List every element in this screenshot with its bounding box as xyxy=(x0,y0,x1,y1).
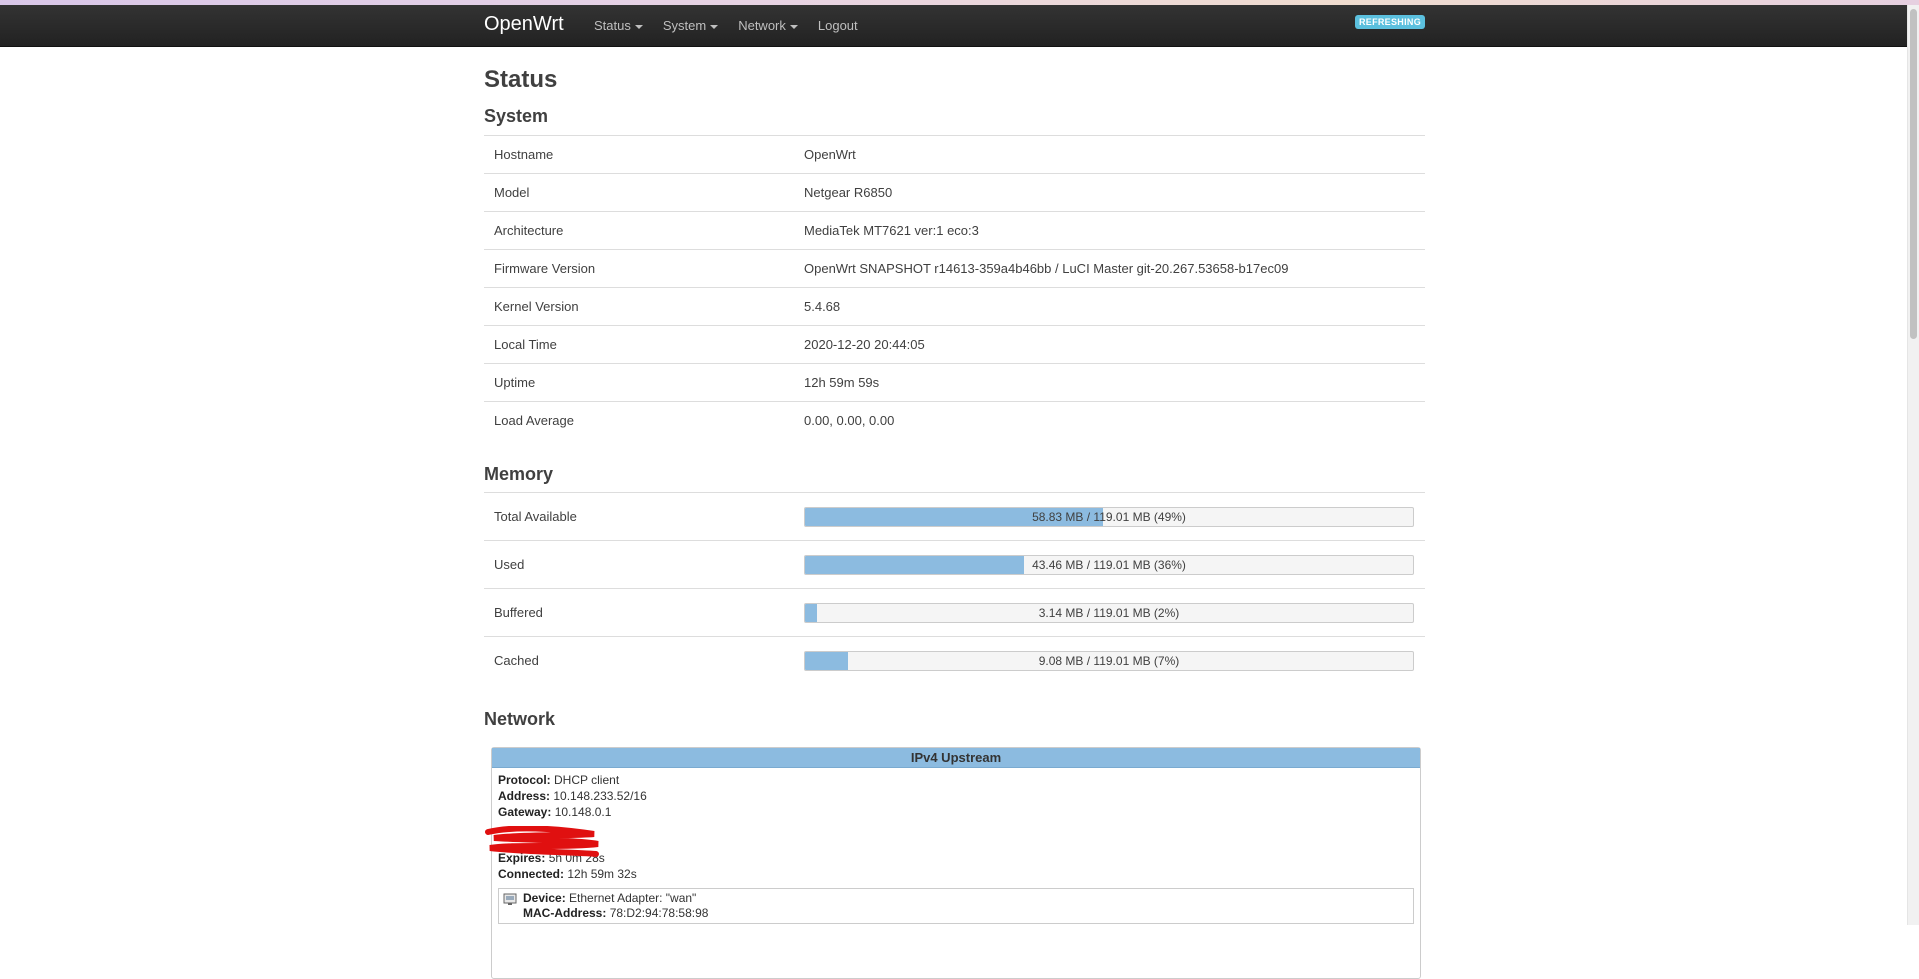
table-row: Cached 9.08 MB / 119.01 MB (7%) xyxy=(484,636,1425,684)
protocol-value: DHCP client xyxy=(554,773,620,787)
row-label: Model xyxy=(484,173,794,212)
memory-value: 3.14 MB / 119.01 MB (2%) xyxy=(794,588,1425,637)
row-label: Local Time xyxy=(484,325,794,364)
navbar: OpenWrt Status System Network Logout REF… xyxy=(0,5,1908,47)
main-menu: Status System Network Logout xyxy=(594,5,878,46)
table-row: Uptime 12h 59m 59s xyxy=(484,363,1425,402)
memory-table: Total Available 58.83 MB / 119.01 MB (49… xyxy=(484,492,1425,684)
memory-label: Cached xyxy=(484,636,794,684)
table-row: Kernel Version 5.4.68 xyxy=(484,287,1425,326)
memory-section-title: Memory xyxy=(484,464,554,484)
protocol-line: Protocol: DHCP client xyxy=(498,772,1414,788)
page-title: Status xyxy=(484,66,558,93)
row-value: MediaTek MT7621 ver:1 eco:3 xyxy=(794,211,1425,250)
memory-value: 58.83 MB / 119.01 MB (49%) xyxy=(794,492,1425,541)
progress-text: 9.08 MB / 119.01 MB (7%) xyxy=(1038,653,1180,668)
system-section-title: System xyxy=(484,106,549,126)
connected-value: 12h 59m 32s xyxy=(567,867,637,881)
progress-bar: 9.08 MB / 119.01 MB (7%) xyxy=(804,650,1414,671)
address-line: Address: 10.148.233.52/16 xyxy=(498,788,1414,804)
protocol-label: Protocol: xyxy=(498,773,551,787)
refreshing-badge[interactable]: REFRESHING xyxy=(1354,15,1425,29)
memory-value: 9.08 MB / 119.01 MB (7%) xyxy=(794,636,1425,684)
menu-logout-label: Logout xyxy=(817,18,858,33)
address-value: 10.148.233.52/16 xyxy=(553,789,647,803)
row-label: Firmware Version xyxy=(484,249,794,288)
redacted-line xyxy=(498,836,1414,850)
menu-system-label: System xyxy=(662,18,707,33)
ipv4-upstream-title: IPv4 Upstream xyxy=(492,748,1420,768)
scrollbar-thumb[interactable] xyxy=(1910,9,1917,339)
gateway-line: Gateway: 10.148.0.1 xyxy=(498,804,1414,820)
menu-network[interactable]: Network xyxy=(738,18,798,33)
table-row: Firmware Version OpenWrt SNAPSHOT r14613-… xyxy=(484,249,1425,288)
memory-label: Total Available xyxy=(484,492,794,541)
memory-label: Buffered xyxy=(484,588,794,637)
menu-status-label: Status xyxy=(594,18,631,33)
table-row: Load Average 0.00, 0.00, 0.00 xyxy=(484,401,1425,439)
progress-bar: 3.14 MB / 119.01 MB (2%) xyxy=(804,602,1414,623)
memory-label: Used xyxy=(484,540,794,589)
device-label: Device: xyxy=(523,891,566,905)
device-line: Device: Ethernet Adapter: "wan" xyxy=(523,891,1409,906)
ipv4-upstream-details: Protocol: DHCP client Address: 10.148.23… xyxy=(485,768,1420,928)
row-label: Load Average xyxy=(484,401,794,439)
expires-line: Expires: 5h 0m 28s xyxy=(498,850,1414,866)
device-info: Device: Ethernet Adapter: "wan" MAC-Addr… xyxy=(498,888,1414,924)
table-row: Total Available 58.83 MB / 119.01 MB (49… xyxy=(484,492,1425,541)
row-label: Architecture xyxy=(484,211,794,250)
progress-bar: 43.46 MB / 119.01 MB (36%) xyxy=(804,554,1414,575)
device-value: Ethernet Adapter: "wan" xyxy=(569,891,697,905)
progress-bar: 58.83 MB / 119.01 MB (49%) xyxy=(804,506,1414,527)
row-label: Hostname xyxy=(484,135,794,174)
progress-text: 3.14 MB / 119.01 MB (2%) xyxy=(1038,605,1180,620)
table-row: Buffered 3.14 MB / 119.01 MB (2%) xyxy=(484,588,1425,637)
menu-network-label: Network xyxy=(738,18,786,33)
row-value: 0.00, 0.00, 0.00 xyxy=(794,401,1425,439)
progress-text: 43.46 MB / 119.01 MB (36%) xyxy=(1032,557,1186,572)
row-value: Netgear R6850 xyxy=(794,173,1425,212)
mac-line: MAC-Address: 78:D2:94:78:58:98 xyxy=(523,906,1409,921)
system-table: Hostname OpenWrt Model Netgear R6850 Archi… xyxy=(484,135,1425,439)
mac-label: MAC-Address: xyxy=(523,906,607,920)
table-row: Used 43.46 MB / 119.01 MB (36%) xyxy=(484,540,1425,589)
caret-down-icon xyxy=(789,24,798,29)
row-value: OpenWrt xyxy=(794,135,1425,174)
connected-label: Connected: xyxy=(498,867,564,881)
row-label: Kernel Version xyxy=(484,287,794,326)
mac-value: 78:D2:94:78:58:98 xyxy=(609,906,709,920)
connected-line: Connected: 12h 59m 32s xyxy=(498,866,1414,882)
ipv4-upstream-box: IPv4 Upstream Protocol: DHCP client Addr… xyxy=(485,747,1421,979)
table-row: Hostname OpenWrt xyxy=(484,135,1425,174)
row-value: 12h 59m 59s xyxy=(794,363,1425,402)
progress-text: 58.83 MB / 119.01 MB (49%) xyxy=(1032,509,1186,524)
row-value: 2020-12-20 20:44:05 xyxy=(794,325,1425,364)
gateway-label: Gateway: xyxy=(498,805,552,819)
gateway-value: 10.148.0.1 xyxy=(554,805,612,819)
menu-system[interactable]: System xyxy=(662,18,719,33)
page-scrollbar[interactable] xyxy=(1907,5,1919,925)
table-row: Architecture MediaTek MT7621 ver:1 eco:3 xyxy=(484,211,1425,250)
address-label: Address: xyxy=(498,789,551,803)
network-section-title: Network xyxy=(484,709,556,729)
caret-down-icon xyxy=(634,24,643,29)
row-value: OpenWrt SNAPSHOT r14613-359a4b46bb / LuC… xyxy=(794,249,1425,288)
menu-status[interactable]: Status xyxy=(594,18,643,33)
row-label: Uptime xyxy=(484,363,794,402)
redaction-scribble xyxy=(485,826,599,857)
redacted-line xyxy=(498,820,1414,836)
menu-logout[interactable]: Logout xyxy=(818,18,858,33)
memory-value: 43.46 MB / 119.01 MB (36%) xyxy=(794,540,1425,589)
caret-down-icon xyxy=(710,24,719,29)
row-value: 5.4.68 xyxy=(794,287,1425,326)
brand-logo[interactable]: OpenWrt xyxy=(484,13,564,36)
table-row: Local Time 2020-12-20 20:44:05 xyxy=(484,325,1425,364)
ethernet-icon xyxy=(503,892,517,910)
table-row: Model Netgear R6850 xyxy=(484,173,1425,212)
